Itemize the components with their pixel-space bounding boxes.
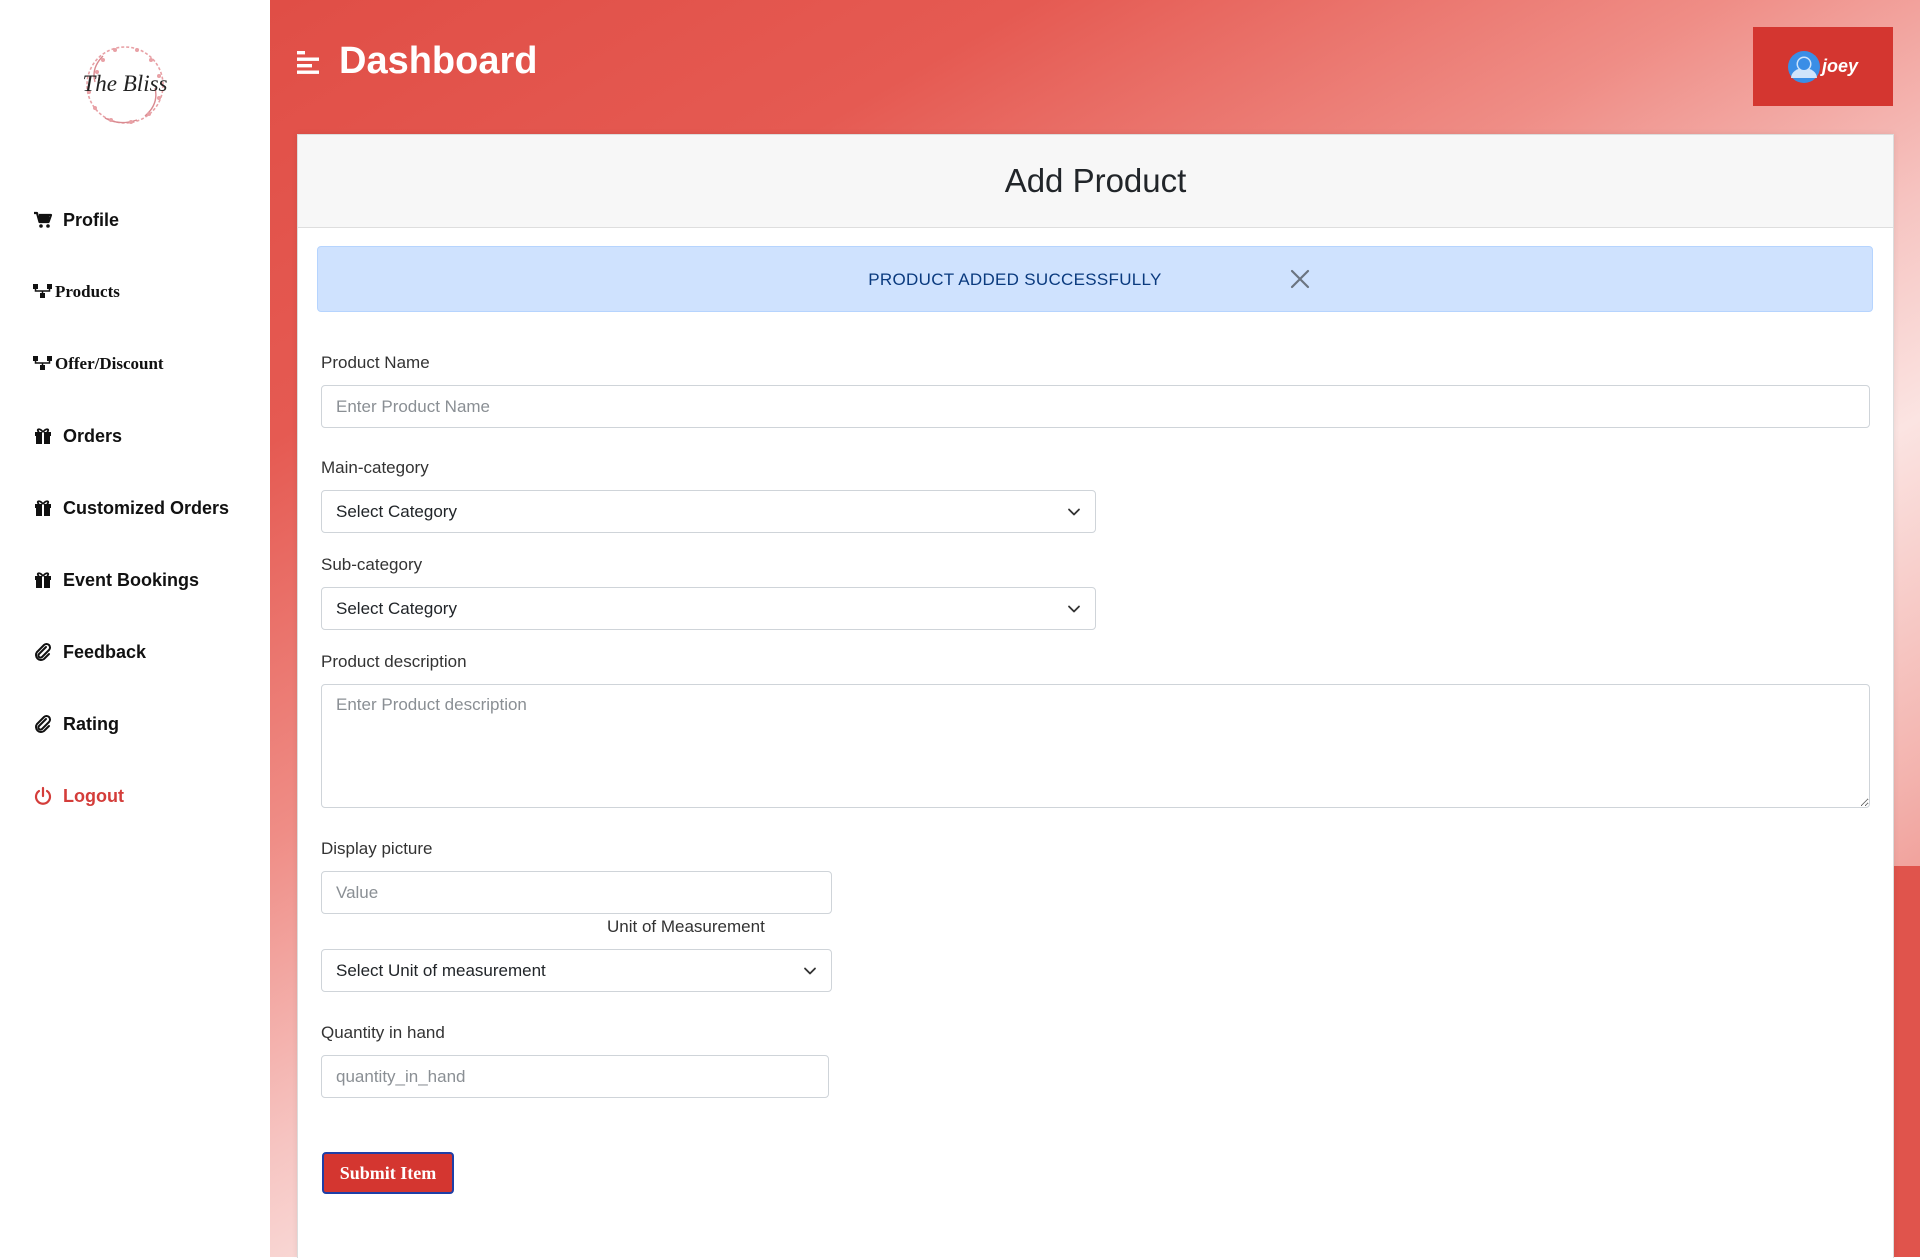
sidebar-item-label: Rating xyxy=(63,713,119,734)
sub-category-label: Sub-category xyxy=(321,555,423,574)
sidebar-item-label: Orders xyxy=(63,425,123,446)
unit-value: Select Unit of measurement xyxy=(336,960,546,980)
sidebar: The Bliss Profile Products Offer/Discoun… xyxy=(0,0,270,1257)
page-header: Dashboard xyxy=(296,40,537,83)
power-icon xyxy=(33,786,53,806)
card-title: Add Product xyxy=(1004,162,1187,199)
main-category-value: Select Category xyxy=(336,501,457,521)
sidebar-item-customized-orders[interactable]: Customized Orders xyxy=(33,490,229,526)
sidebar-item-label: Customized Orders xyxy=(63,497,230,518)
submit-item-button[interactable]: Submit Item xyxy=(322,1152,454,1194)
user-avatar-icon xyxy=(1787,50,1820,83)
chevron-down-icon xyxy=(1068,508,1080,515)
success-alert: PRODUCT ADDED SUCCESSFULLY xyxy=(317,246,1873,312)
display-picture-label: Display picture xyxy=(321,839,433,858)
paperclip-icon xyxy=(33,642,53,662)
sidebar-item-label: Products xyxy=(55,282,120,301)
sidebar-item-offer-discount[interactable]: Offer/Discount xyxy=(33,346,164,382)
product-name-label: Product Name xyxy=(321,353,430,372)
unit-label: Unit of Measurement xyxy=(607,917,765,936)
logo-text: The Bliss xyxy=(82,71,168,96)
page-title: Dashboard xyxy=(339,40,538,82)
user-name: joey xyxy=(1821,56,1859,76)
sidebar-item-profile[interactable]: Profile xyxy=(33,202,119,238)
menu-toggle-icon[interactable] xyxy=(296,49,322,75)
sitemap-icon xyxy=(33,282,53,302)
chevron-down-icon xyxy=(804,967,816,974)
gift-icon xyxy=(33,570,53,590)
sidebar-item-label: Logout xyxy=(63,785,124,806)
close-icon[interactable] xyxy=(1288,267,1312,291)
sidebar-item-feedback[interactable]: Feedback xyxy=(33,634,146,670)
sidebar-item-logout[interactable]: Logout xyxy=(33,778,124,814)
background-strip xyxy=(1893,866,1920,1257)
product-name-input[interactable] xyxy=(321,385,1870,428)
gift-icon xyxy=(33,498,53,518)
cart-icon xyxy=(33,210,53,230)
main-category-select[interactable]: Select Category xyxy=(321,490,1096,533)
sidebar-item-products[interactable]: Products xyxy=(33,274,120,310)
sub-category-value: Select Category xyxy=(336,598,457,618)
description-textarea[interactable] xyxy=(321,684,1870,808)
sidebar-item-label: Event Bookings xyxy=(63,569,200,590)
gift-icon xyxy=(33,426,53,446)
sidebar-item-orders[interactable]: Orders xyxy=(33,418,122,454)
brand-logo[interactable]: The Bliss xyxy=(75,42,171,128)
display-picture-input[interactable] xyxy=(321,871,832,914)
sidebar-item-event-bookings[interactable]: Event Bookings xyxy=(33,562,199,598)
sidebar-item-rating[interactable]: Rating xyxy=(33,706,119,742)
alert-message: PRODUCT ADDED SUCCESSFULLY xyxy=(868,270,1162,289)
sidebar-item-label: Offer/Discount xyxy=(55,354,164,373)
quantity-label: Quantity in hand xyxy=(321,1023,445,1042)
sidebar-item-label: Feedback xyxy=(63,641,147,662)
unit-select[interactable]: Select Unit of measurement xyxy=(321,949,832,992)
quantity-input[interactable] xyxy=(321,1055,829,1098)
chevron-down-icon xyxy=(1068,605,1080,612)
user-menu-button[interactable]: joey xyxy=(1753,27,1893,106)
sidebar-item-label: Profile xyxy=(63,209,120,230)
sitemap-icon xyxy=(33,354,53,374)
card-header: Add Product xyxy=(298,135,1893,228)
description-label: Product description xyxy=(321,652,467,671)
sub-category-select[interactable]: Select Category xyxy=(321,587,1096,630)
add-product-card: Add Product PRODUCT ADDED SUCCESSFULLY P… xyxy=(297,134,1894,1258)
paperclip-icon xyxy=(33,714,53,734)
main-category-label: Main-category xyxy=(321,458,429,477)
